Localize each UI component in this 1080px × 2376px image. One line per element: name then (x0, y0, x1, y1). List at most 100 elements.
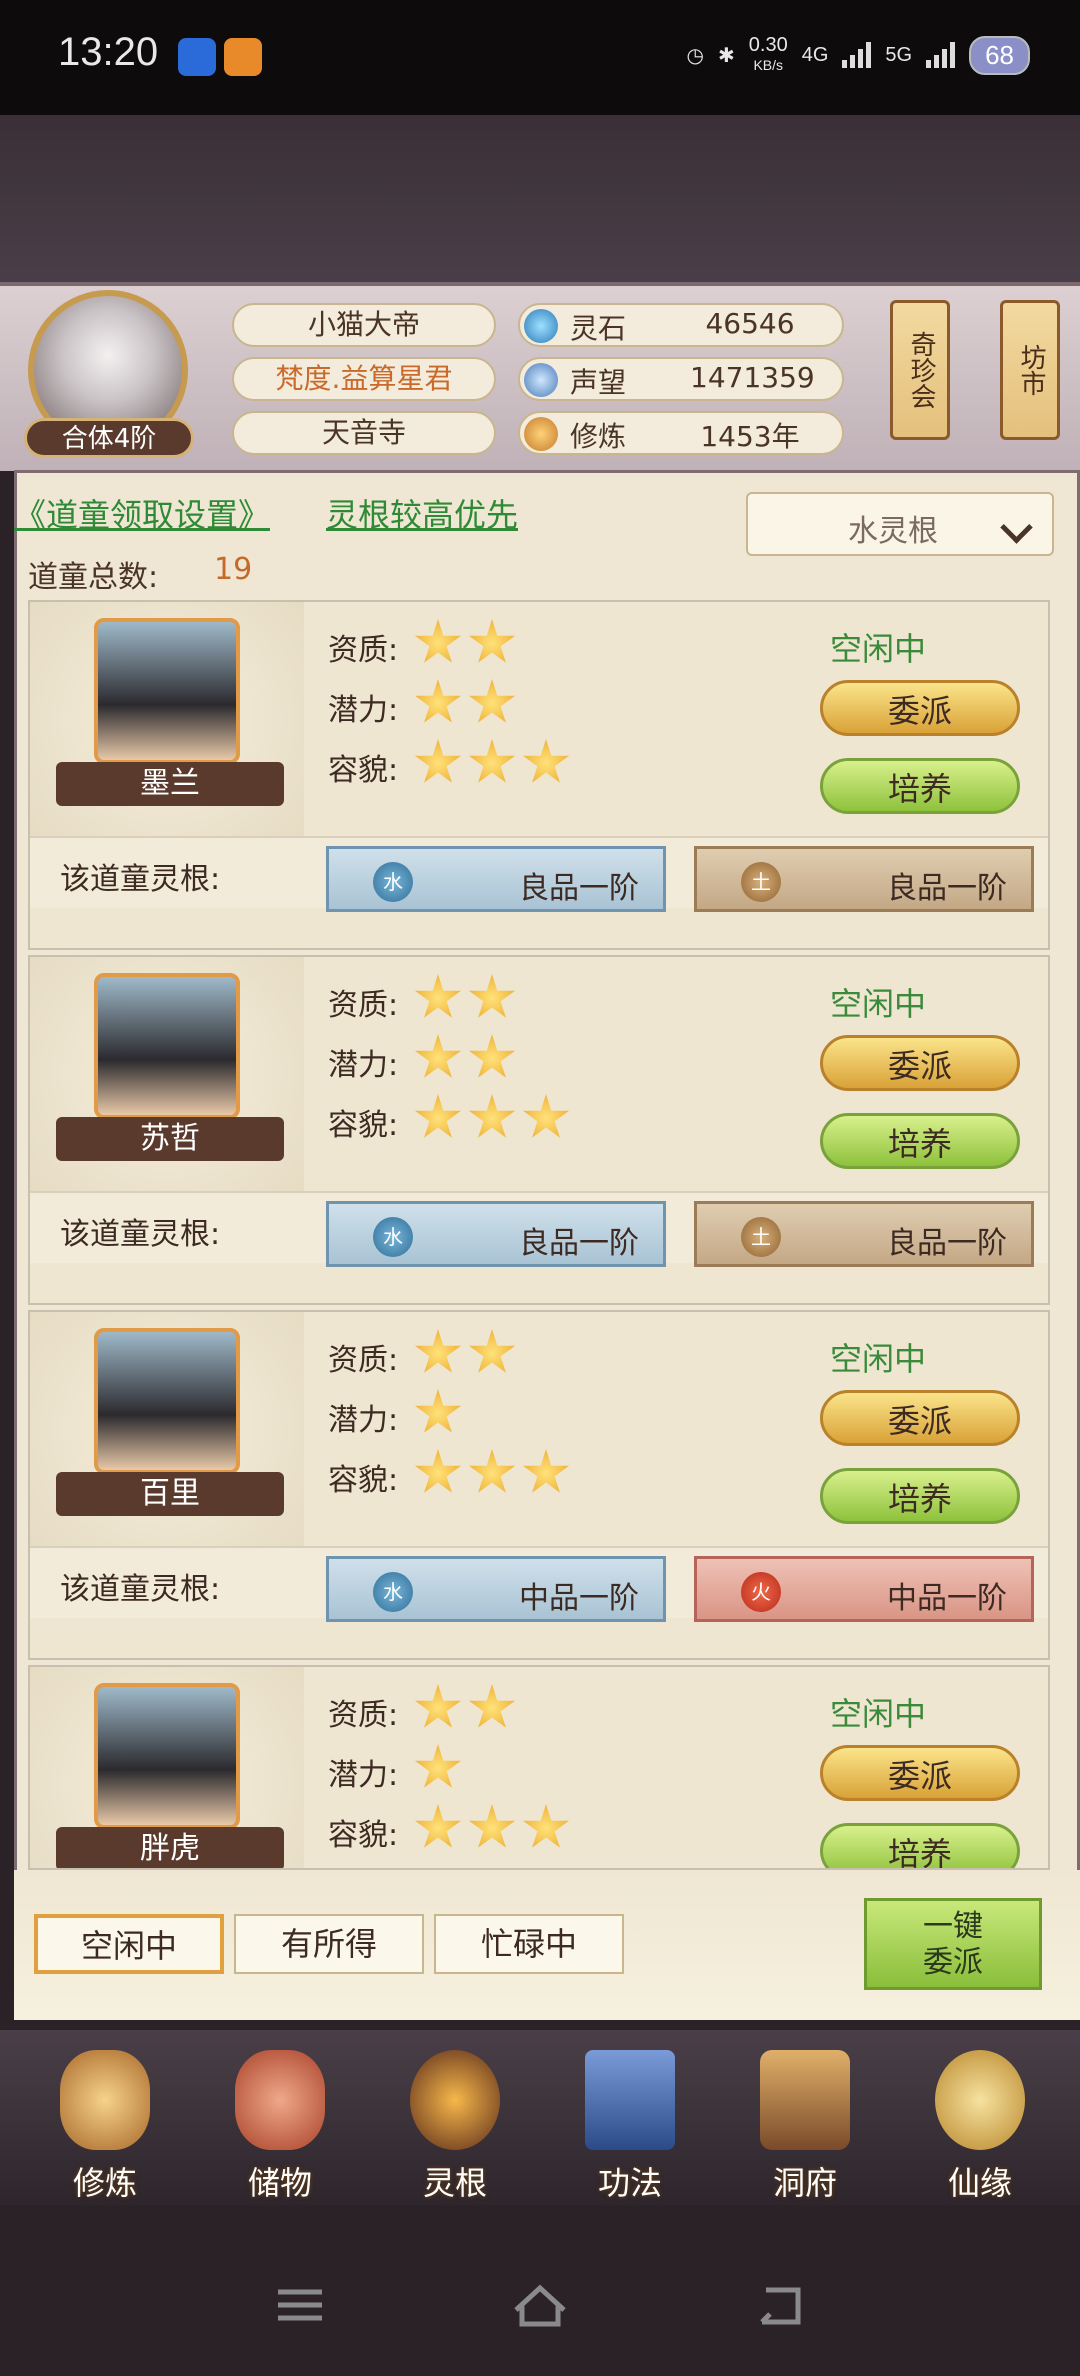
cave-mansion-icon (760, 2050, 850, 2150)
spirit-root-water: 水良品一阶 (326, 846, 666, 912)
nav-spirit-root[interactable]: 灵根 (380, 2040, 530, 2202)
nav-technique[interactable]: 功法 (555, 2040, 705, 2202)
filter-idle-tab[interactable]: 空闲中 (34, 1914, 224, 1974)
star-icon (468, 1449, 516, 1493)
disciple-portrait[interactable] (94, 1328, 240, 1474)
priority-link[interactable]: 灵根较高优先 (326, 490, 518, 536)
disciple-name: 百里 (56, 1472, 284, 1516)
assign-button[interactable]: 委派 (820, 1035, 1020, 1091)
status-idle: 空闲中 (830, 1340, 927, 1378)
battery-indicator: 68 (969, 35, 1030, 75)
dropdown-value: 水灵根 (848, 514, 938, 549)
disciple-card: 墨兰 资质: 潜力: 容貌: 空闲中 委派 培养 该道童灵根: 水良品一阶 土良… (28, 600, 1050, 950)
nav-cultivate[interactable]: 修炼 (30, 2040, 180, 2202)
net-speed: 0.30 KB/s (748, 34, 788, 73)
nav-fortune[interactable]: 仙缘 (905, 2040, 1055, 2202)
disciple-name: 墨兰 (56, 762, 284, 806)
earth-orb-icon: 土 (741, 862, 781, 902)
signal-icon (842, 42, 872, 68)
train-button[interactable]: 培养 (820, 1113, 1020, 1169)
player-name: 小猫大帝 (232, 303, 496, 347)
quality-row: 资质: (328, 974, 522, 1027)
water-orb-icon: 水 (373, 862, 413, 902)
star-icon (522, 1449, 570, 1493)
technique-book-icon (585, 2050, 675, 2150)
menu-icon[interactable] (270, 2280, 330, 2330)
disciple-card: 苏哲 资质: 潜力: 容貌: 空闲中 委派 培养 该道童灵根: 水良品一阶 土良… (28, 955, 1050, 1305)
cultivation-icon (524, 417, 558, 451)
root-label: 该道童灵根: (60, 862, 221, 897)
water-orb-icon: 水 (373, 1572, 413, 1612)
spirit-stone-icon (524, 309, 558, 343)
star-icon (414, 1094, 462, 1138)
star-icon (468, 739, 516, 783)
earth-orb-icon: 土 (741, 1217, 781, 1257)
sim2-label: 5G (885, 43, 913, 66)
star-icon (414, 1744, 462, 1788)
reputation-icon (524, 363, 558, 397)
train-button[interactable]: 培养 (820, 1468, 1020, 1524)
filter-busy-tab[interactable]: 忙碌中 (434, 1914, 624, 1974)
fire-orb-icon: 火 (741, 1572, 781, 1612)
appearance-row: 容貌: (328, 1449, 576, 1502)
player-sect: 天音寺 (232, 411, 496, 455)
resource-cultivation: 修炼 1453年 (518, 411, 844, 455)
storage-bag-icon (235, 2050, 325, 2150)
star-icon (414, 679, 462, 723)
disciple-portrait[interactable] (94, 1683, 240, 1829)
home-icon[interactable] (510, 2280, 570, 2330)
star-icon (468, 619, 516, 663)
star-icon (414, 1684, 462, 1728)
resource-spirit-stone: 灵石 46546 (518, 303, 844, 347)
potential-row: 潜力: (328, 1389, 468, 1442)
spirit-root-icon (410, 2050, 500, 2150)
star-icon (468, 1034, 516, 1078)
nav-storage[interactable]: 储物 (205, 2040, 355, 2202)
star-icon (414, 619, 462, 663)
assign-button[interactable]: 委派 (820, 1390, 1020, 1446)
status-indicators: ◷ ✱ 0.30 KB/s 4G 5G 68 (687, 30, 1030, 80)
app-notification-icon (224, 38, 262, 76)
star-icon (522, 1804, 570, 1848)
quality-row: 资质: (328, 1329, 522, 1382)
assign-button[interactable]: 委派 (820, 1745, 1020, 1801)
nav-cave[interactable]: 洞府 (730, 2040, 880, 2202)
spirit-root-fire: 火中品一阶 (694, 1556, 1034, 1622)
star-icon (468, 1094, 516, 1138)
status-idle: 空闲中 (830, 1695, 927, 1733)
star-icon (414, 1449, 462, 1493)
assign-button[interactable]: 委派 (820, 680, 1020, 736)
bluetooth-icon: ✱ (718, 44, 735, 67)
fortune-gourd-icon (935, 2050, 1025, 2150)
market-button[interactable]: 坊市 (1000, 300, 1060, 440)
spirit-root-earth: 土良品一阶 (694, 1201, 1034, 1267)
star-icon (468, 1804, 516, 1848)
disciple-name: 胖虎 (56, 1827, 284, 1868)
star-icon (522, 739, 570, 783)
back-icon[interactable] (750, 2280, 810, 2330)
star-icon (522, 1094, 570, 1138)
star-icon (468, 1684, 516, 1728)
sim1-label: 4G (801, 43, 829, 66)
filter-gained-tab[interactable]: 有所得 (234, 1914, 424, 1974)
one-key-assign-button[interactable]: 一键 委派 (864, 1898, 1042, 1990)
treasure-auction-button[interactable]: 奇珍会 (890, 300, 950, 440)
disciple-name: 苏哲 (56, 1117, 284, 1161)
potential-row: 潜力: (328, 1744, 468, 1797)
potential-row: 潜力: (328, 679, 522, 732)
train-button[interactable]: 培养 (820, 758, 1020, 814)
disciple-settings-link[interactable]: 《道童领取设置》 (14, 490, 270, 536)
train-button[interactable]: 培养 (820, 1823, 1020, 1868)
star-icon (468, 1329, 516, 1373)
appearance-row: 容貌: (328, 1804, 576, 1857)
quality-row: 资质: (328, 619, 522, 672)
status-idle: 空闲中 (830, 630, 927, 668)
star-icon (414, 1034, 462, 1078)
disciple-portrait[interactable] (94, 618, 240, 764)
realm-badge: 合体4阶 (24, 418, 194, 458)
app-notification-icon (178, 38, 216, 76)
spirit-root-water: 水中品一阶 (326, 1556, 666, 1622)
disciple-portrait[interactable] (94, 973, 240, 1119)
appearance-row: 容貌: (328, 739, 576, 792)
spirit-root-dropdown[interactable]: 水灵根 (746, 492, 1054, 556)
